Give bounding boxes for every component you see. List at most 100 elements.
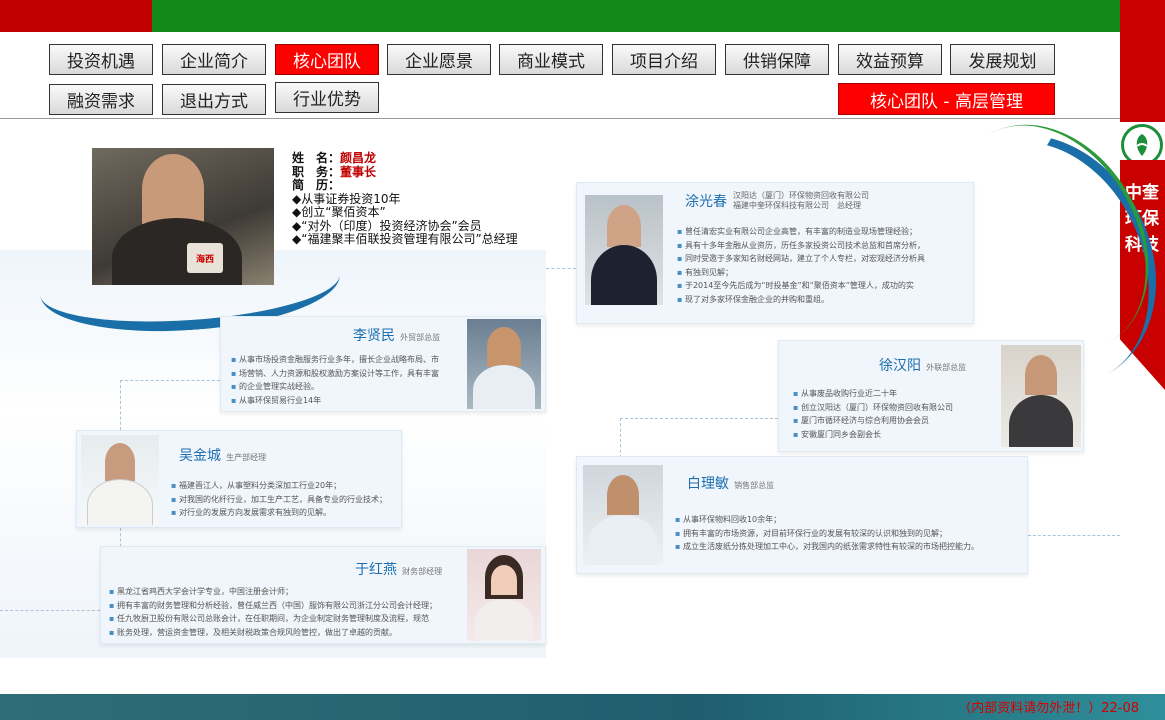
nav-hangye-youshi[interactable]: 行业优势 xyxy=(275,82,379,113)
top-bar-green xyxy=(152,0,1120,32)
nav-hexin-tuandui[interactable]: 核心团队 xyxy=(275,44,379,75)
member-photo xyxy=(467,319,541,409)
member-org: 汉阳达（厦门）环保物资回收有限公司 福建中奎环保科技有限公司 总经理 xyxy=(733,191,869,211)
connector-line xyxy=(546,268,576,269)
detail-item: 从事废品收购行业近二十年 xyxy=(793,387,1003,401)
connector-line xyxy=(620,418,778,419)
nav-qiye-yuanjing[interactable]: 企业愿景 xyxy=(387,44,491,75)
nav-tuichu-fangshi[interactable]: 退出方式 xyxy=(162,84,266,115)
member-role: 外联部总监 xyxy=(926,363,967,372)
resume-item: ◆从事证券投资10年 xyxy=(292,191,401,206)
top-bar-red xyxy=(0,0,152,32)
resume-label: 简 历： xyxy=(292,178,341,192)
member-details: 曾任清宏实业有限公司企业高管，有丰富的制造业现场管理经验； 具有十多年金融从业资… xyxy=(677,225,967,306)
resume-item: ◆“对外（印度）投资经济协会”会员 xyxy=(292,218,482,233)
detail-item: 从事市场投资金融服务行业多年，擅长企业战略布局、市 xyxy=(231,353,461,367)
member-header: 李贤民 外贸部总监 xyxy=(353,325,440,345)
detail-item: 对我国的化纤行业，加工生产工艺，具备专业的行业技术； xyxy=(171,493,399,507)
member-name: 李贤民 xyxy=(353,328,395,344)
detail-item: 拥有丰富的财务管理和分析经验，曾任威兰西（中国）服饰有限公司浙江分公司会计经理； xyxy=(109,599,461,613)
detail-item: 有独到见解； xyxy=(677,266,967,280)
nav-touzi-jiyu[interactable]: 投资机遇 xyxy=(49,44,153,75)
member-name: 于红燕 xyxy=(355,562,397,578)
title-label: 职 务： xyxy=(292,164,341,179)
member-role: 财务部经理 xyxy=(402,567,443,576)
nav-xiangmu-jieshao[interactable]: 项目介绍 xyxy=(612,44,716,75)
member-details: 黑龙江省鸡西大学会计学专业，中国注册会计师； 拥有丰富的财务管理和分析经验，曾任… xyxy=(109,585,461,639)
brand-logo-icon xyxy=(1121,124,1163,166)
nav-qiye-jianjie[interactable]: 企业简介 xyxy=(162,44,266,75)
member-details: 从事废品收购行业近二十年 创立汉阳达（厦门）环保物资回收有限公司 厦门市循环经济… xyxy=(793,387,1003,441)
divider xyxy=(0,118,1120,119)
org-line: 福建中奎环保科技有限公司 总经理 xyxy=(733,201,861,210)
chairman-name: 颜昌龙 xyxy=(340,151,377,165)
member-details: 福建晋江人，从事塑料分类深加工行业20年； 对我国的化纤行业，加工生产工艺，具备… xyxy=(171,479,399,520)
member-photo xyxy=(81,435,159,525)
detail-item: 同时受邀于多家知名财经网站，建立了个人专栏，对宏观经济分析具 xyxy=(677,252,967,266)
microphone-logo: 海西 xyxy=(187,243,223,273)
detail-item: 的企业管理实战经验。 xyxy=(231,380,461,394)
member-photo xyxy=(585,195,663,305)
member-card-bai: 白理敏 销售部总监 从事环保物料回收10余年； 拥有丰富的市场资源，对目前环保行… xyxy=(576,456,1028,574)
chairman-title: 董事长 xyxy=(340,164,377,179)
chairman-profile: 姓 名：颜昌龙 职 务：董事长 简 历： ◆从事证券投资10年 ◆创立“聚佰资本… xyxy=(292,151,518,247)
nav-rongzi-xuqiu[interactable]: 融资需求 xyxy=(49,84,153,115)
connector-line xyxy=(0,610,100,611)
detail-item: 场营销、人力资源和股权激励方案设计等工作，具有丰富 xyxy=(231,367,461,381)
member-header: 于红燕 财务部经理 xyxy=(355,559,442,579)
nav-gongxiao-baozhang[interactable]: 供销保障 xyxy=(725,44,829,75)
resume-item: ◆创立“聚佰资本” xyxy=(292,205,386,219)
member-card-yu: 于红燕 财务部经理 黑龙江省鸡西大学会计学专业，中国注册会计师； 拥有丰富的财务… xyxy=(100,546,546,644)
detail-item: 任九牧厨卫股份有限公司总账会计，在任职期间，为企业制定财务管理制度及流程，规范 xyxy=(109,612,461,626)
member-name: 涂光春 xyxy=(685,194,727,210)
member-card-xu: 徐汉阳 外联部总监 从事废品收购行业近二十年 创立汉阳达（厦门）环保物资回收有限… xyxy=(778,340,1084,452)
side-band xyxy=(1120,0,1165,122)
detail-item: 成立生活废纸分拣处理加工中心，对我国内的纸张需求特性有较深的市场把控能力。 xyxy=(675,540,1025,554)
member-name: 徐汉阳 xyxy=(879,358,921,374)
member-details: 从事市场投资金融服务行业多年，擅长企业战略布局、市 场营销、人力资源和股权激励方… xyxy=(231,353,461,407)
detail-item: 于2014至今先后成为“时投基金”和“聚佰资本”管理人，成功的实 xyxy=(677,279,967,293)
member-name: 白理敏 xyxy=(687,476,729,492)
member-role: 外贸部总监 xyxy=(400,333,441,342)
detail-item: 创立汉阳达（厦门）环保物资回收有限公司 xyxy=(793,401,1003,415)
member-header: 涂光春 汉阳达（厦门）环保物资回收有限公司 福建中奎环保科技有限公司 总经理 xyxy=(685,191,869,211)
detail-item: 曾任清宏实业有限公司企业高管，有丰富的制造业现场管理经验； xyxy=(677,225,967,239)
org-line: 汉阳达（厦门）环保物资回收有限公司 xyxy=(733,191,869,200)
member-role: 生产部经理 xyxy=(226,453,267,462)
chairman-photo: 海西 xyxy=(92,148,274,285)
footer-note: （内部资料请勿外泄！）22-08 xyxy=(958,701,1139,716)
member-role: 销售部总监 xyxy=(734,481,775,490)
member-photo xyxy=(467,549,541,641)
detail-item: 安徽厦门同乡会副会长 xyxy=(793,428,1003,442)
section-banner: 核心团队 - 高层管理 xyxy=(838,83,1055,115)
connector-line xyxy=(120,380,220,381)
resume-item: ◆“福建聚丰佰联投资管理有限公司”总经理 xyxy=(292,232,518,246)
member-name: 吴金城 xyxy=(179,448,221,464)
member-header: 徐汉阳 外联部总监 xyxy=(879,355,966,375)
member-card-li: 李贤民 外贸部总监 从事市场投资金融服务行业多年，擅长企业战略布局、市 场营销、… xyxy=(220,316,546,412)
name-label: 姓 名： xyxy=(292,151,341,165)
detail-item: 拥有丰富的市场资源，对目前环保行业的发展有较深的认识和独到的见解； xyxy=(675,527,1025,541)
detail-item: 从事环保贸易行业14年 xyxy=(231,394,461,408)
detail-item: 具有十多年金融从业资历，历任多家投资公司技术总监和首席分析， xyxy=(677,239,967,253)
detail-item: 对行业的发展方向发展需求有独到的见解。 xyxy=(171,506,399,520)
connector-line xyxy=(620,418,621,458)
nav-fazhan-guihua[interactable]: 发展规划 xyxy=(950,44,1055,75)
detail-item: 账务处理，营运资金管理，及相关财税政策合规风险管控，做出了卓越的贡献。 xyxy=(109,626,461,640)
detail-item: 厦门市循环经济与综合利用协会会员 xyxy=(793,414,1003,428)
detail-item: 从事环保物料回收10余年； xyxy=(675,513,1025,527)
member-card-tu: 涂光春 汉阳达（厦门）环保物资回收有限公司福建中奎环保科技有限公司 总经理 曾任… xyxy=(576,182,974,324)
connector-line xyxy=(1028,535,1120,536)
member-card-wu: 吴金城 生产部经理 福建晋江人，从事塑料分类深加工行业20年； 对我国的化纤行业… xyxy=(76,430,402,528)
member-photo xyxy=(583,465,663,565)
connector-line xyxy=(120,380,121,430)
detail-item: 现了对多家环保金融企业的并购和重组。 xyxy=(677,293,967,307)
detail-item: 福建晋江人，从事塑料分类深加工行业20年； xyxy=(171,479,399,493)
member-photo xyxy=(1001,345,1081,447)
nav-xiaoyi-yusuan[interactable]: 效益预算 xyxy=(838,44,942,75)
member-header: 吴金城 生产部经理 xyxy=(179,445,266,465)
member-header: 白理敏 销售部总监 xyxy=(687,473,774,493)
nav-shangye-moshi[interactable]: 商业模式 xyxy=(499,44,603,75)
member-details: 从事环保物料回收10余年； 拥有丰富的市场资源，对目前环保行业的发展有较深的认识… xyxy=(675,513,1025,554)
detail-item: 黑龙江省鸡西大学会计学专业，中国注册会计师； xyxy=(109,585,461,599)
